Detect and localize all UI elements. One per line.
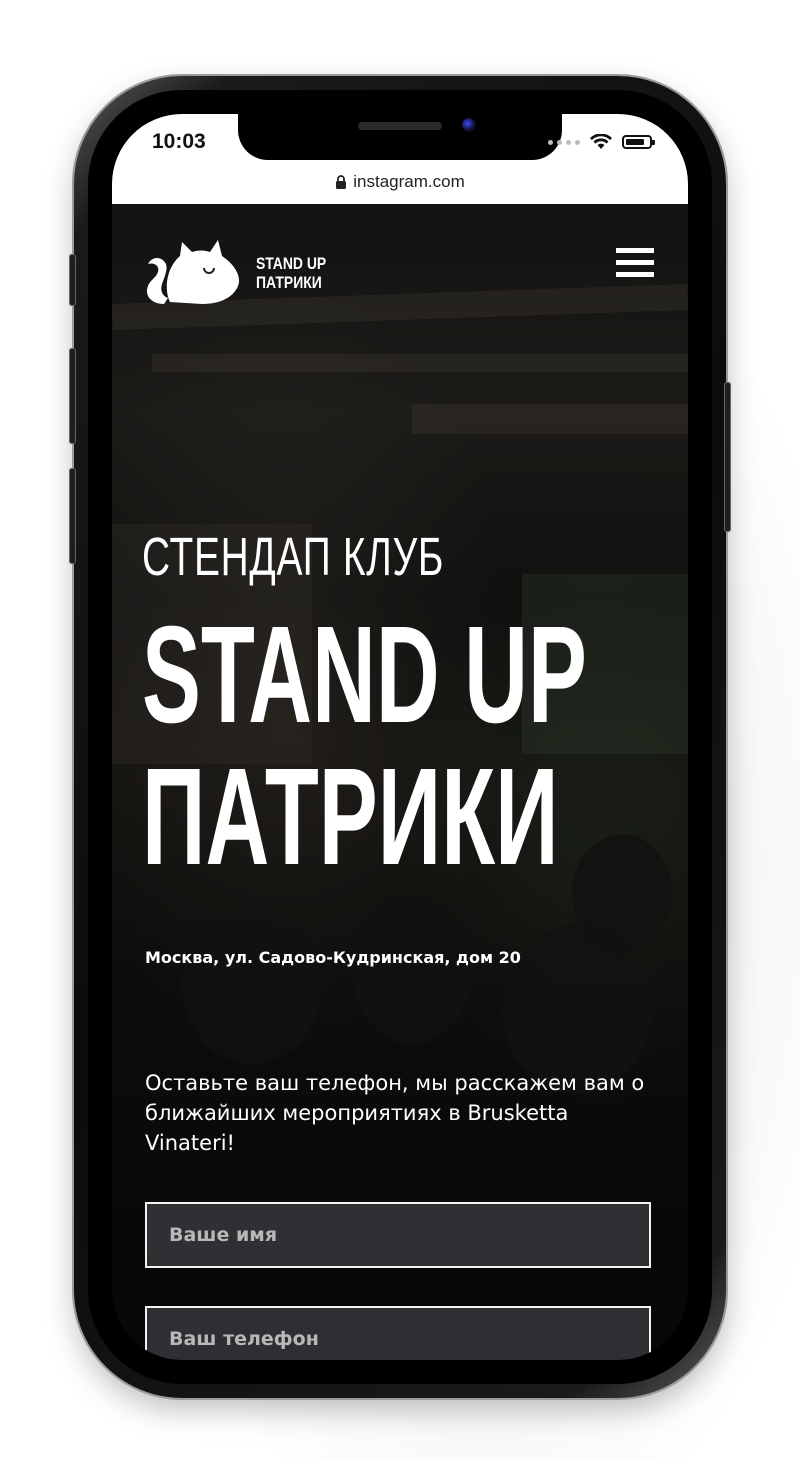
notch [238, 114, 562, 160]
wifi-icon [590, 134, 612, 149]
volume-down-button [69, 468, 76, 564]
cat-logo-icon [146, 240, 240, 304]
hamburger-menu-icon[interactable] [616, 248, 654, 278]
logo-line2: ПАТРИКИ [256, 273, 322, 292]
signal-dots-icon [548, 139, 580, 145]
phone-field[interactable]: Ваш телефон [145, 1306, 651, 1360]
volume-up-button [69, 348, 76, 444]
url-text: instagram.com [353, 172, 465, 191]
venue-address: Москва, ул. Садово-Кудринская, дом 20 [145, 948, 521, 967]
battery-icon [622, 135, 655, 149]
status-bar: 10:03 [112, 114, 688, 172]
hero-title-line1: STAND UP [142, 598, 587, 752]
front-camera [462, 118, 476, 132]
page-content: STAND UP ПАТРИКИ СТЕНДАП КЛУБ STAND UP П… [112, 204, 688, 1360]
phone-field-placeholder: Ваш телефон [169, 1328, 319, 1350]
hero-subtitle: СТЕНДАП КЛУБ [142, 527, 445, 587]
phone-screen: 10:03 instagram.com STAND UP ПАТРИКИ СТЕ… [112, 114, 688, 1360]
logo-line1: STAND UP [256, 254, 327, 273]
logo-text: STAND UP ПАТРИКИ [256, 254, 326, 292]
url-display[interactable]: instagram.com [335, 172, 465, 192]
name-field[interactable]: Ваше имя [145, 1202, 651, 1268]
call-to-action-text: Оставьте ваш телефон, мы расскажем вам о… [145, 1071, 645, 1155]
power-button [724, 382, 731, 532]
browser-url-bar[interactable]: instagram.com [112, 172, 688, 205]
lock-icon [336, 175, 347, 189]
site-logo[interactable]: STAND UP ПАТРИКИ [142, 238, 342, 308]
hero-title-line2: ПАТРИКИ [142, 740, 559, 894]
earpiece-speaker [358, 122, 442, 130]
status-icons [548, 132, 655, 152]
name-field-placeholder: Ваше имя [169, 1224, 278, 1246]
silent-switch [69, 254, 76, 306]
status-time: 10:03 [152, 130, 206, 153]
